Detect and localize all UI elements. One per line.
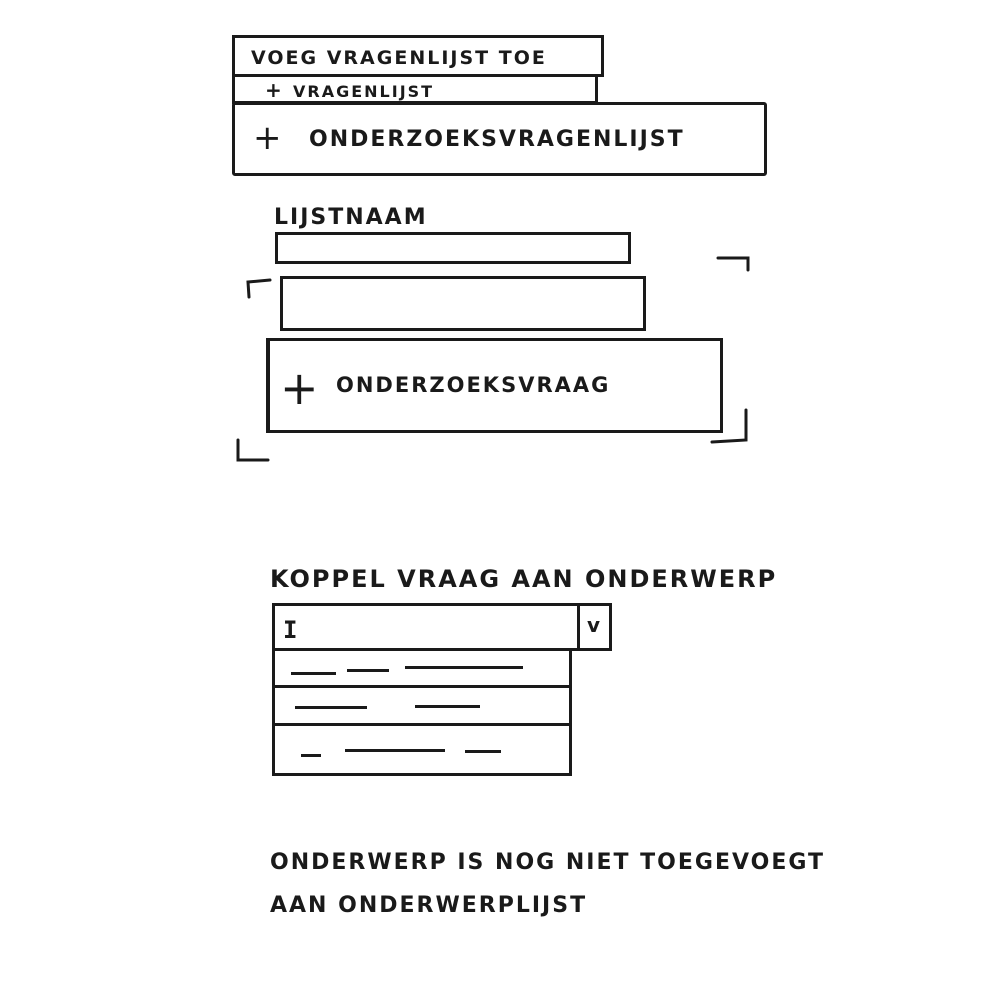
question-input[interactable] [280,276,646,331]
subject-combobox[interactable]: I v [272,603,612,651]
list-item[interactable] [275,688,569,726]
text-cursor-icon: I [283,616,298,644]
add-list-title: VOEG VRAGENLIJST TOE [251,47,547,69]
add-research-question-button[interactable]: + ONDERZOEKSVRAAG [266,338,723,433]
list-item[interactable] [275,728,569,772]
list-item[interactable] [275,648,569,688]
subject-dropdown-list [272,648,572,776]
menu-item-vragenlijst-label: VRAGENLIJST [293,82,435,101]
plus-icon: + [253,118,282,158]
warning-line-1: ONDERWERP IS NOG NIET TOEGEVOEGT [270,850,826,875]
list-name-label: LIJSTNAAM [274,205,428,230]
menu-item-onderzoeksvragenlijst-label: ONDERZOEKSVRAGENLIJST [309,127,685,152]
menu-item-vragenlijst[interactable]: + VRAGENLIJST [232,74,598,104]
plus-icon: + [280,361,319,415]
link-question-title: KOPPEL VRAAG AAN ONDERWERP [270,565,778,593]
chevron-down-icon: v [587,613,601,637]
add-research-question-label: ONDERZOEKSVRAAG [336,373,611,397]
add-list-header[interactable]: VOEG VRAGENLIJST TOE [232,35,604,77]
menu-item-onderzoeksvragenlijst[interactable]: + ONDERZOEKSVRAGENLIJST [232,102,767,176]
plus-icon: + [265,78,282,102]
warning-line-2: AAN ONDERWERPLIJST [270,893,588,918]
dropdown-toggle[interactable]: v [577,606,612,648]
list-name-input[interactable] [275,232,631,264]
